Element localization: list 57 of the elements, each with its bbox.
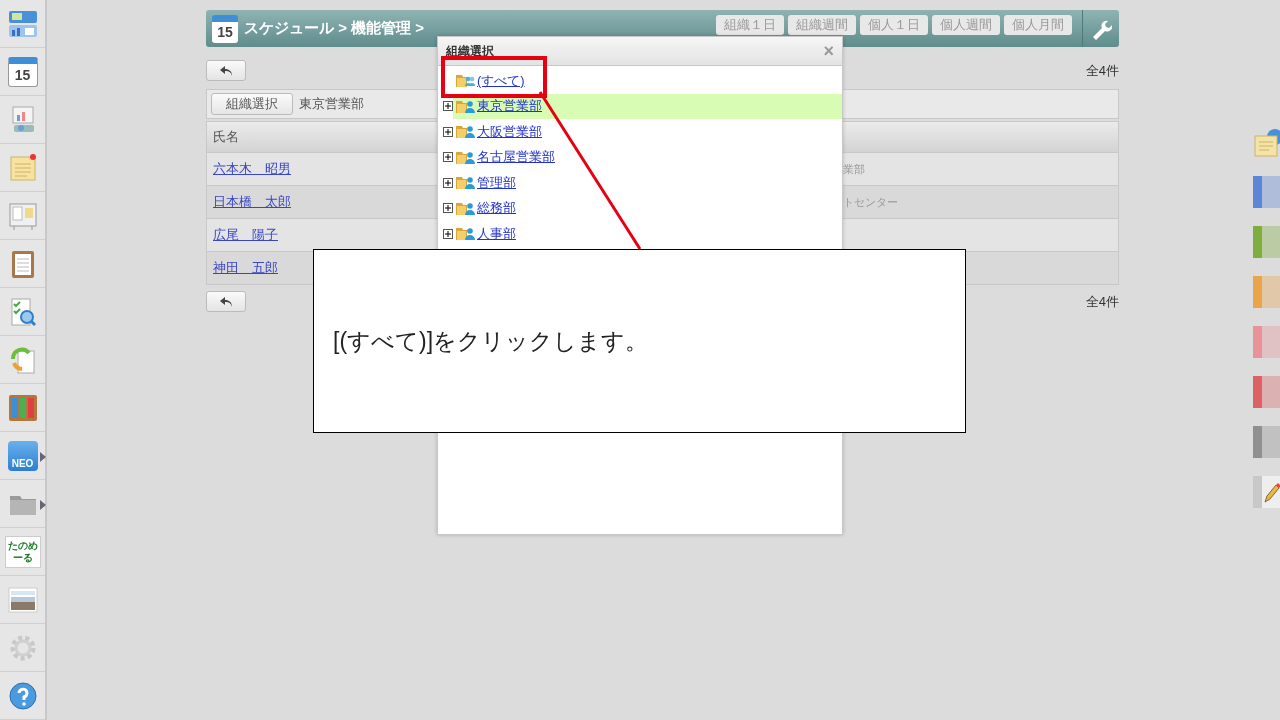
sticky-note-icon[interactable] [1253, 128, 1280, 158]
bulletin-board-icon[interactable] [7, 200, 38, 231]
color-tab[interactable] [1253, 376, 1280, 408]
breadcrumb-title: スケジュール > 機能管理 > [244, 19, 425, 38]
record-count: 全4件 [1085, 292, 1119, 311]
folder-people-icon [456, 73, 475, 89]
tree-row[interactable]: 総務部 [453, 195, 842, 221]
color-tab[interactable] [1253, 276, 1280, 308]
folder-person-icon [456, 149, 475, 165]
pencil-icon[interactable] [1253, 476, 1280, 508]
user-name-link[interactable]: 日本橋 太郎 [213, 193, 291, 211]
back-arrow-icon [219, 295, 233, 308]
instruction-text: [(すべて)]をクリックします。 [333, 326, 649, 356]
submenu-arrow-icon[interactable] [40, 500, 46, 510]
table-cell-text: 業部 [843, 161, 866, 177]
tree-row[interactable]: 管理部 [453, 170, 842, 196]
organization-select-button[interactable]: 組織選択 [211, 93, 293, 115]
user-name-link[interactable]: 神田 五郎 [213, 259, 278, 277]
banner-icon[interactable] [7, 584, 38, 615]
binders-icon[interactable] [7, 392, 38, 423]
submenu-arrow-icon[interactable] [40, 452, 46, 462]
record-count: 全4件 [1085, 61, 1119, 80]
selected-organization: 東京営業部 [299, 95, 364, 113]
column-header: 氏名 [213, 128, 239, 146]
help-icon[interactable] [7, 680, 38, 711]
memo-icon[interactable] [7, 152, 38, 183]
neo-icon[interactable]: NEO [7, 440, 38, 471]
color-tab[interactable] [1253, 326, 1280, 358]
folder-person-icon [456, 98, 475, 114]
folder-person-icon [456, 226, 475, 242]
dialog-title: 組織選択 [446, 42, 494, 60]
calendar-icon[interactable]: 15 [7, 56, 38, 87]
dashboard-icon[interactable] [7, 8, 38, 39]
expand-icon[interactable] [443, 203, 453, 214]
folder-person-icon [456, 175, 475, 191]
user-name-link[interactable]: 六本木 昭男 [213, 160, 291, 178]
expand-icon[interactable] [443, 126, 453, 137]
color-tab[interactable] [1253, 176, 1280, 208]
back-arrow-icon [219, 64, 233, 77]
expand-icon[interactable] [443, 101, 453, 112]
shop-logo[interactable]: たのめーる [4, 535, 41, 568]
back-button[interactable] [206, 60, 246, 81]
folder-person-icon [456, 124, 475, 140]
tree-row[interactable]: 名古屋営業部 [453, 144, 842, 170]
color-tab[interactable] [1253, 226, 1280, 258]
expand-icon[interactable] [443, 177, 453, 188]
tree-row[interactable]: (すべて) [453, 68, 842, 94]
expand-icon[interactable] [443, 152, 453, 163]
tree-row[interactable]: 大阪営業部 [453, 119, 842, 145]
folder-person-icon [456, 200, 475, 216]
tree-row[interactable]: 人事部 [453, 221, 842, 247]
tree-row[interactable]: 東京営業部 [453, 93, 842, 119]
back-button[interactable] [206, 291, 246, 312]
expand-icon[interactable] [443, 228, 453, 239]
calendar-icon: 15 [212, 14, 238, 43]
color-tab[interactable] [1253, 426, 1280, 458]
user-name-link[interactable]: 広尾 陽子 [213, 226, 278, 244]
